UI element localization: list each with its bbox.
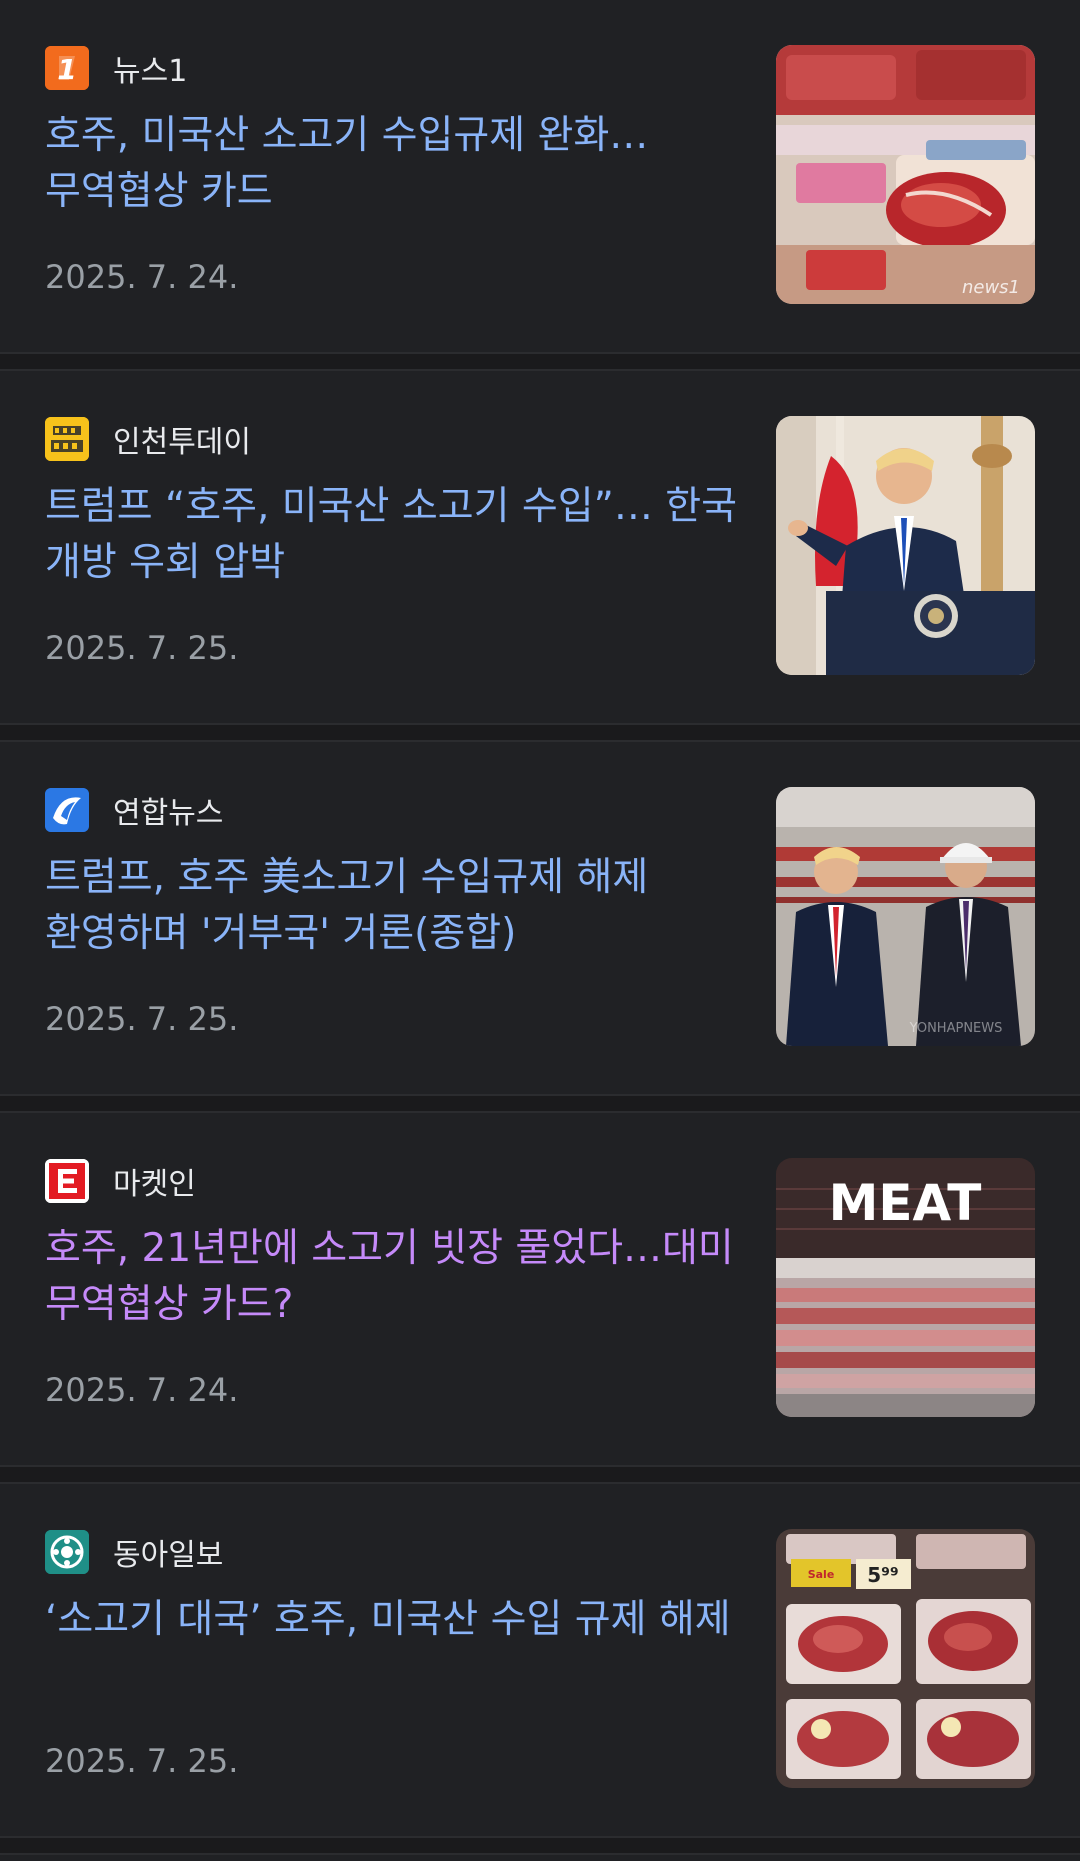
headline-link[interactable]: 호주, 미국산 소고기 수입규제 완화…무역협상 카드	[45, 108, 745, 220]
card-divider	[0, 723, 1080, 742]
raw-beef-steak-package-thumbnail[interactable]: news1	[776, 45, 1035, 304]
publish-date: 2025. 7. 25.	[45, 1742, 239, 1780]
svg-text:news1: news1	[962, 277, 1020, 298]
price-tag-text: 5⁹⁹	[867, 1563, 898, 1587]
source-name: 연합뉴스	[113, 796, 224, 831]
meat-counter-sign-thumbnail[interactable]: MEAT	[776, 1158, 1035, 1417]
source-name: 인천투데이	[113, 425, 251, 460]
headline-link[interactable]: ‘소고기 대국’ 호주, 미국산 수입 규제 해제	[45, 1592, 745, 1648]
marketin-logo-icon	[45, 1159, 89, 1203]
svg-text:YONHAPNEWS: YONHAPNEWS	[909, 1021, 1003, 1036]
card-divider	[0, 1836, 1080, 1855]
source-name: 뉴스1	[113, 54, 188, 89]
two-men-at-meat-plant-thumbnail[interactable]: YONHAPNEWS	[776, 787, 1035, 1046]
news-card[interactable]: 연합뉴스 트럼프, 호주 美소고기 수입규제 해제 환영하며 '거부국' 거론(…	[0, 742, 1080, 1094]
source-row: 1 뉴스1	[45, 45, 187, 91]
feed-continuation	[0, 1855, 1080, 1861]
source-row: 마켓인	[45, 1158, 196, 1204]
donga-logo-icon	[45, 1530, 89, 1574]
publish-date: 2025. 7. 24.	[45, 258, 239, 296]
source-row: 동아일보	[45, 1529, 223, 1575]
news-card[interactable]: 1 뉴스1 호주, 미국산 소고기 수입규제 완화…무역협상 카드 2025. …	[0, 0, 1080, 352]
source-name: 마켓인	[113, 1167, 196, 1202]
beef-packs-in-display-thumbnail[interactable]: Sale 5⁹⁹	[776, 1529, 1035, 1788]
publish-date: 2025. 7. 25.	[45, 1000, 239, 1038]
yonhap-logo-icon	[45, 788, 89, 832]
incheon-today-logo-icon	[45, 417, 89, 461]
publish-date: 2025. 7. 25.	[45, 629, 239, 667]
president-at-podium-thumbnail[interactable]	[776, 416, 1035, 675]
svg-text:1: 1	[57, 53, 76, 86]
source-name: 동아일보	[113, 1538, 224, 1573]
card-divider	[0, 352, 1080, 371]
publish-date: 2025. 7. 24.	[45, 1371, 239, 1409]
meat-sign-text: MEAT	[829, 1174, 982, 1232]
news1-logo-icon: 1	[45, 46, 89, 90]
headline-link[interactable]: 트럼프, 호주 美소고기 수입규제 해제 환영하며 '거부국' 거론(종합)	[45, 850, 745, 962]
headline-link-visited[interactable]: 호주, 21년만에 소고기 빗장 풀었다…대미 무역협상 카드?	[45, 1221, 745, 1333]
news-feed: 1 뉴스1 호주, 미국산 소고기 수입규제 완화…무역협상 카드 2025. …	[0, 0, 1080, 1861]
news-card[interactable]: 인천투데이 트럼프 “호주, 미국산 소고기 수입”… 한국 개방 우회 압박 …	[0, 371, 1080, 723]
source-row: 연합뉴스	[45, 787, 223, 833]
headline-link[interactable]: 트럼프 “호주, 미국산 소고기 수입”… 한국 개방 우회 압박	[45, 479, 745, 591]
card-divider	[0, 1094, 1080, 1113]
card-divider	[0, 1465, 1080, 1484]
news-card[interactable]: 동아일보 ‘소고기 대국’ 호주, 미국산 수입 규제 해제 2025. 7. …	[0, 1484, 1080, 1836]
news-card[interactable]: 마켓인 호주, 21년만에 소고기 빗장 풀었다…대미 무역협상 카드? 202…	[0, 1113, 1080, 1465]
svg-text:Sale: Sale	[808, 1568, 835, 1581]
source-row: 인천투데이	[45, 416, 251, 462]
